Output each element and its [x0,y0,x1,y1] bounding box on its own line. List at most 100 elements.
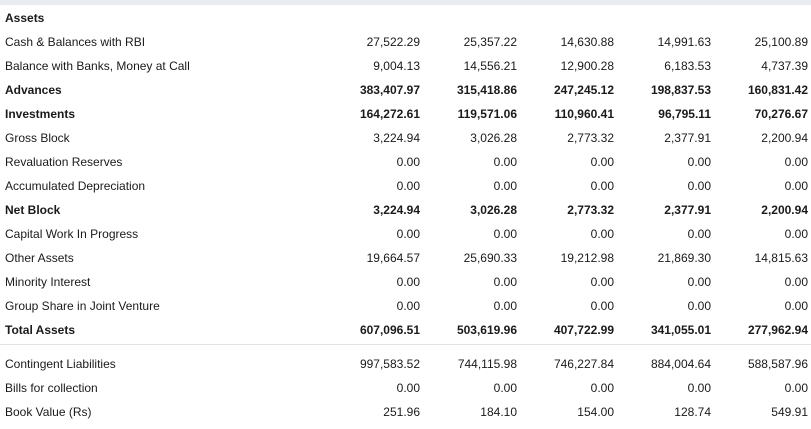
value-cell-col-2: 0.00 [493,275,517,289]
value-cell-col-5: 4,737.39 [761,59,808,73]
value-cell-col-2: 0.00 [493,227,517,241]
value-cell-col-2: 3,026.28 [470,203,517,217]
value-cell-col-5: 70,276.67 [754,107,808,121]
row-label: Accumulated Depreciation [5,179,146,193]
table-row-group-share-in-joint-venture: Group Share in Joint Venture 0.00 0.00 0.00… [0,294,811,318]
value-cell-col-4: 341,055.01 [650,323,711,337]
value-cell-col-1: 0.00 [396,155,420,169]
value-cell-col-5: 0.00 [784,155,808,169]
value-cell-col-3: 19,212.98 [560,251,614,265]
row-label: Net Block [5,203,61,217]
value-cell-col-4: 0.00 [687,179,711,193]
section-separator [0,344,811,352]
value-cell-col-3: 407,722.99 [553,323,614,337]
value-cell-col-3: 0.00 [590,275,614,289]
value-cell-col-5: 588,587.96 [747,357,808,371]
value-cell-col-2: 0.00 [493,381,517,395]
value-cell-col-5: 2,200.94 [761,203,808,217]
value-cell-col-2: 0.00 [493,299,517,313]
table-row-contingent-liabilities: Contingent Liabilities 997,583.52 744,115.… [0,352,811,376]
value-cell-col-4: 21,869.30 [657,251,711,265]
value-cell-col-1: 27,522.29 [366,35,420,49]
value-cell-col-4: 198,837.53 [650,83,711,97]
value-cell-col-3: 110,960.41 [554,107,614,121]
value-cell-col-2: 184.10 [480,405,517,419]
row-label: Total Assets [5,323,76,337]
value-cell-col-4: 0.00 [687,227,711,241]
value-cell-col-1: 0.00 [396,299,420,313]
value-cell-col-3: 0.00 [590,299,614,313]
row-label: Book Value (Rs) [5,405,92,419]
row-label: Other Assets [5,251,74,265]
value-cell-col-5: 0.00 [784,275,808,289]
value-cell-col-2: 0.00 [493,155,517,169]
table-row-gross-block: Gross Block 3,224.94 3,026.28 2,773.32 2,377… [0,126,811,150]
value-cell-col-4: 0.00 [687,299,711,313]
value-cell-col-1: 0.00 [396,179,420,193]
value-cell-col-5: 0.00 [784,227,808,241]
row-label: Group Share in Joint Venture [5,299,160,313]
value-cell-col-3: 247,245.12 [553,83,614,97]
value-cell-col-2: 25,690.33 [463,251,517,265]
value-cell-col-2: 119,571.06 [457,107,517,121]
row-label: Capital Work In Progress [5,227,139,241]
value-cell-col-1: 383,407.97 [359,83,420,97]
value-cell-col-3: 2,773.32 [567,131,614,145]
table-row-book-value-rs: Book Value (Rs) 251.96 184.10 154.00 128.74 5… [0,400,811,424]
value-cell-col-1: 997,583.52 [359,357,420,371]
value-cell-col-4: 14,991.63 [657,35,711,49]
value-cell-col-2: 14,556.21 [463,59,517,73]
value-cell-col-1: 3,224.94 [373,203,420,217]
value-cell-col-3: 746,227.84 [553,357,614,371]
row-label: Investments [5,107,76,121]
value-cell-col-2: 315,418.86 [456,83,517,97]
table-row-investments: Investments 164,272.61 119,571.06 110,960.4… [0,102,811,126]
table-row-other-assets: Other Assets 19,664.57 25,690.33 19,212.98 2… [0,246,811,270]
assets-rows: Cash & Balances with RBI 27,522.29 25,357.… [0,30,811,342]
value-cell-col-4: 6,183.53 [664,59,711,73]
table-row-capital-work-in-progress: Capital Work In Progress 0.00 0.00 0.00 0.00… [0,222,811,246]
value-cell-col-2: 25,357.22 [463,35,517,49]
value-cell-col-2: 0.00 [493,179,517,193]
value-cell-col-3: 12,900.28 [560,59,614,73]
row-label: Revaluation Reserves [5,155,123,169]
value-cell-col-4: 2,377.91 [664,131,711,145]
value-cell-col-5: 160,831.42 [747,83,808,97]
table-row-minority-interest: Minority Interest 0.00 0.00 0.00 0.00 0.00 [0,270,811,294]
table-row-balance-with-banks-money-at-call: Balance with Banks, Money at Call 9,004.1… [0,54,811,78]
table-row-accumulated-depreciation: Accumulated Depreciation 0.00 0.00 0.00 0.00… [0,174,811,198]
table-row-cash-balances-with-rbi: Cash & Balances with RBI 27,522.29 25,357.… [0,30,811,54]
value-cell-col-3: 0.00 [590,227,614,241]
section-title-row: Assets [0,6,811,30]
row-label: Minority Interest [5,275,91,289]
row-label: Cash & Balances with RBI [5,35,146,49]
value-cell-col-1: 0.00 [396,381,420,395]
value-cell-col-5: 2,200.94 [761,131,808,145]
row-label: Bills for collection [5,381,98,395]
table-row-total-assets: Total Assets 607,096.51 503,619.96 407,722.… [0,318,811,342]
row-label: Advances [5,83,62,97]
value-cell-col-5: 277,962.94 [747,323,808,337]
value-cell-col-5: 14,815.63 [754,251,808,265]
section-title: Assets [5,11,45,25]
value-cell-col-5: 0.00 [784,179,808,193]
row-label: Balance with Banks, Money at Call [5,59,190,73]
table-row-advances: Advances 383,407.97 315,418.86 247,245.12 19… [0,78,811,102]
other-items-rows: Contingent Liabilities 997,583.52 744,115.… [0,352,811,424]
value-cell-col-3: 14,630.88 [560,35,614,49]
value-cell-col-3: 154.00 [577,405,614,419]
value-cell-col-5: 0.00 [784,299,808,313]
value-cell-col-2: 503,619.96 [456,323,517,337]
balance-sheet-table: Assets Cash & Balances with RBI 27,522.29… [0,6,811,424]
value-cell-col-1: 3,224.94 [373,131,420,145]
row-label: Gross Block [5,131,70,145]
value-cell-col-1: 0.00 [396,227,420,241]
value-cell-col-4: 0.00 [687,275,711,289]
top-divider-bar [0,0,811,5]
value-cell-col-5: 25,100.89 [754,35,808,49]
value-cell-col-5: 0.00 [784,381,808,395]
row-label: Contingent Liabilities [5,357,116,371]
value-cell-col-3: 2,773.32 [567,203,614,217]
value-cell-col-3: 0.00 [590,155,614,169]
value-cell-col-4: 0.00 [687,381,711,395]
